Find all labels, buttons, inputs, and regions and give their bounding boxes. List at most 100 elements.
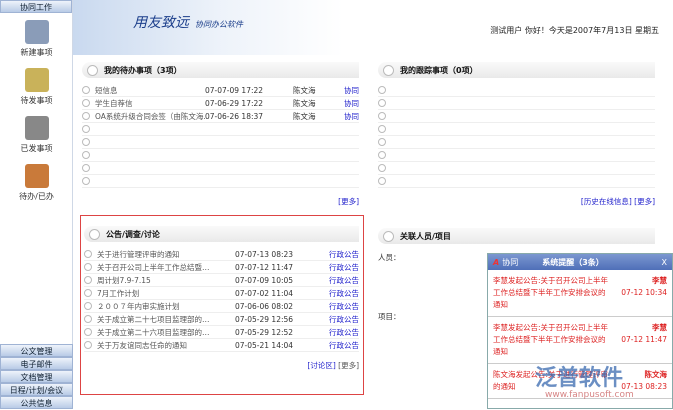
list-row[interactable]: 关于成立第二十六项目监理部的… 07-05-29 12:52 行政公告 bbox=[84, 326, 359, 339]
empty-row bbox=[82, 123, 359, 136]
bullet-icon bbox=[378, 164, 386, 172]
bullet-icon bbox=[84, 250, 92, 258]
row-date: 07-06-26 18:37 bbox=[205, 111, 264, 121]
row-type[interactable]: 行政公告 bbox=[323, 288, 359, 299]
notice-title: 公告/调查/讨论 bbox=[84, 226, 359, 242]
empty-row bbox=[378, 175, 655, 188]
product-name: 协同办公软件 bbox=[195, 20, 243, 29]
notice-more-link[interactable]: [更多] bbox=[338, 361, 359, 370]
row-date: 07-05-29 12:52 bbox=[235, 327, 294, 337]
row-title[interactable]: 关于成立第二十六项目监理部的… bbox=[97, 327, 235, 338]
sidebar-module-button[interactable]: 日程/计划/会议 bbox=[0, 383, 73, 396]
row-title[interactable]: 短信息 bbox=[95, 85, 205, 96]
close-icon[interactable]: X bbox=[662, 258, 667, 267]
list-row[interactable]: 关于召开公司上半年工作总结暨… 07-07-12 11:47 行政公告 bbox=[84, 261, 359, 274]
list-row[interactable]: 学生自荐信 07-06-29 17:22 陈文海 协同 bbox=[82, 97, 359, 110]
row-type[interactable]: 协同 bbox=[323, 111, 359, 122]
todo-panel: 我的待办事项（3项） 短信息 07-07-09 17:22 陈文海 协同 学生自荐信 07… bbox=[82, 62, 359, 207]
bullet-icon bbox=[84, 289, 92, 297]
row-date: 07-05-21 14:04 bbox=[235, 340, 294, 350]
todo-more-link[interactable]: [更多] bbox=[338, 197, 359, 206]
row-title[interactable]: ２００７年内审实施计划 bbox=[97, 301, 235, 312]
row-type[interactable]: 行政公告 bbox=[323, 275, 359, 286]
row-title[interactable]: OA系统升级合同会签（由陈文海… bbox=[95, 111, 205, 122]
list-row[interactable]: OA系统升级合同会签（由陈文海… 07-06-26 18:37 陈文海 协同 bbox=[82, 110, 359, 123]
reminder-time: 07-12 11:47 bbox=[621, 335, 667, 344]
row-type[interactable]: 行政公告 bbox=[323, 301, 359, 312]
row-type[interactable]: 行政公告 bbox=[323, 262, 359, 273]
collapse-icon[interactable] bbox=[89, 228, 100, 240]
row-title[interactable]: 7月工作计划 bbox=[97, 288, 235, 299]
sidebar-module-button[interactable]: 电子邮件 bbox=[0, 357, 73, 370]
row-title[interactable]: 关于万友谊同志任命的通知 bbox=[97, 340, 235, 351]
row-title[interactable]: 关于进行管理评审的通知 bbox=[97, 249, 235, 260]
row-title[interactable]: 关于召开公司上半年工作总结暨… bbox=[97, 262, 235, 273]
collapse-icon[interactable] bbox=[383, 64, 394, 76]
list-row[interactable]: 关于万友谊同志任命的通知 07-05-21 14:04 行政公告 bbox=[84, 339, 359, 352]
forum-link[interactable]: [讨论区] bbox=[307, 361, 335, 370]
reminder-item[interactable]: 李慧发起公告:关于召开公司上半年工作总结暨下半年工作安排会议的通知 李慧 07-12… bbox=[488, 270, 672, 317]
list-row[interactable]: 周计划7.9-7.15 07-07-09 10:05 行政公告 bbox=[84, 274, 359, 287]
reminder-item[interactable]: 李慧发起公告:关于召开公司上半年工作总结暨下半年工作安排会议的通知 李慧 07-12… bbox=[488, 317, 672, 364]
sidebar-header[interactable]: 协同工作 bbox=[0, 0, 72, 13]
row-type[interactable]: 行政公告 bbox=[323, 340, 359, 351]
collapse-icon[interactable] bbox=[87, 64, 98, 76]
bullet-icon bbox=[378, 151, 386, 159]
sidebar-item[interactable]: 待办/已办 bbox=[0, 164, 73, 202]
empty-row bbox=[378, 84, 655, 97]
reminder-time: 07-12 10:34 bbox=[621, 288, 667, 297]
history-link[interactable]: [历史在线信息] bbox=[581, 197, 632, 206]
bullet-icon bbox=[84, 341, 92, 349]
row-type[interactable]: 协同 bbox=[323, 98, 359, 109]
reminder-text[interactable]: 李慧发起公告:关于召开公司上半年工作总结暨下半年工作安排会议的通知 bbox=[493, 275, 609, 311]
list-row[interactable]: 关于进行管理评审的通知 07-07-13 08:23 行政公告 bbox=[84, 248, 359, 261]
sidebar-module-button[interactable]: 公共信息 bbox=[0, 396, 73, 409]
list-row[interactable]: 关于成立第二十七项目监理部的… 07-05-29 12:56 行政公告 bbox=[84, 313, 359, 326]
sidebar-item-label: 待发事项 bbox=[20, 96, 53, 105]
row-type[interactable]: 行政公告 bbox=[323, 314, 359, 325]
sidebar-item-label: 待办/已办 bbox=[19, 192, 54, 201]
empty-row bbox=[82, 149, 359, 162]
track-more-link[interactable]: [更多] bbox=[634, 197, 655, 206]
sidebar-item-label: 已发事项 bbox=[20, 144, 53, 153]
title-text: 公告/调查/讨论 bbox=[106, 229, 160, 239]
sidebar-item[interactable]: 新建事项 bbox=[0, 20, 73, 58]
row-type[interactable]: 协同 bbox=[323, 85, 359, 96]
bullet-icon bbox=[82, 138, 90, 146]
sidebar-module-button[interactable]: 公文管理 bbox=[0, 344, 73, 357]
row-date: 07-07-02 11:04 bbox=[235, 288, 294, 298]
empty-row bbox=[378, 110, 655, 123]
collapse-icon[interactable] bbox=[383, 230, 394, 242]
list-row[interactable]: 短信息 07-07-09 17:22 陈文海 协同 bbox=[82, 84, 359, 97]
row-type[interactable]: 行政公告 bbox=[323, 249, 359, 260]
bullet-icon bbox=[82, 164, 90, 172]
bullet-icon bbox=[378, 99, 386, 107]
popup-title: 系统提醒（3条） bbox=[542, 257, 604, 267]
row-type[interactable]: 行政公告 bbox=[323, 327, 359, 338]
popup-header: A 协同 系统提醒（3条） X bbox=[488, 254, 672, 270]
row-title[interactable]: 周计划7.9-7.15 bbox=[97, 275, 235, 286]
list-row[interactable]: 7月工作计划 07-07-02 11:04 行政公告 bbox=[84, 287, 359, 300]
track-panel: 我的跟踪事项（0项） [历史在线信息] [更多] bbox=[378, 62, 655, 207]
bullet-icon bbox=[82, 125, 90, 133]
sidebar-item[interactable]: 已发事项 bbox=[0, 116, 73, 154]
list-row[interactable]: ２００７年内审实施计划 07-06-06 08:02 行政公告 bbox=[84, 300, 359, 313]
sidebar-module-button[interactable]: 文档管理 bbox=[0, 370, 73, 383]
bullet-icon bbox=[378, 112, 386, 120]
sidebar-item-label: 新建事项 bbox=[20, 48, 53, 57]
empty-row bbox=[378, 149, 655, 162]
reminder-text[interactable]: 李慧发起公告:关于召开公司上半年工作总结暨下半年工作安排会议的通知 bbox=[493, 322, 609, 358]
row-user: 陈文海 bbox=[293, 98, 316, 108]
row-user: 陈文海 bbox=[293, 111, 316, 121]
related-title: 关联人员/项目 bbox=[378, 228, 655, 244]
track-title: 我的跟踪事项（0项） bbox=[378, 62, 655, 78]
row-date: 07-06-06 08:02 bbox=[235, 301, 294, 311]
reminder-meta: 李慧 07-12 10:34 bbox=[609, 275, 667, 311]
row-title[interactable]: 学生自荐信 bbox=[95, 98, 205, 109]
greeting: 测试用户 你好！今天是2007年7月13日 星期五 bbox=[490, 26, 659, 35]
title-text: 我的跟踪事项（0项） bbox=[400, 65, 478, 75]
row-date: 07-06-29 17:22 bbox=[205, 98, 264, 108]
bullet-icon bbox=[84, 302, 92, 310]
row-title[interactable]: 关于成立第二十七项目监理部的… bbox=[97, 314, 235, 325]
sidebar-item[interactable]: 待发事项 bbox=[0, 68, 73, 106]
